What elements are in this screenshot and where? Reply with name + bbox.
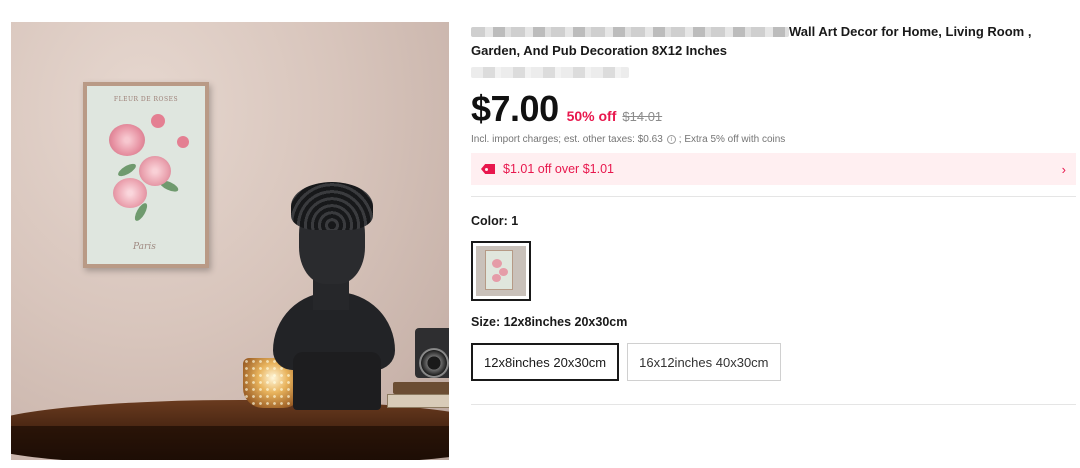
color-label: Color: 1	[471, 214, 519, 228]
rose	[109, 124, 145, 156]
swatch-thumbnail	[476, 246, 526, 296]
rosebud	[177, 136, 189, 148]
swatch-rose	[499, 268, 508, 276]
current-price: $7.00	[471, 88, 559, 129]
bust-hair	[291, 182, 373, 230]
product-details: Wall Art Decor for Home, Living Room , G…	[471, 22, 1076, 405]
product-title-line2: Garden, And Pub Decoration 8X12 Inches	[471, 43, 727, 58]
redacted-title-text	[471, 27, 789, 37]
size-option-12x8[interactable]: 12x8inches 20x30cm	[471, 343, 620, 381]
leaf	[116, 161, 138, 179]
metal-sign: FLEUR DE ROSES Paris	[83, 82, 209, 268]
camera-lens	[419, 348, 449, 378]
coins-text: ; Extra 5% off with coins	[678, 134, 786, 145]
book	[387, 394, 449, 408]
books	[387, 380, 449, 414]
divider	[471, 404, 1076, 405]
size-options: 12x8inches 20x30cm 16x12inches 40x30cm	[471, 343, 1076, 381]
product-title-suffix: Wall Art Decor for Home, Living Room ,	[789, 24, 1032, 39]
size-option-16x12[interactable]: 16x12inches 40x30cm	[627, 343, 781, 381]
tax-info: Incl. import charges; est. other taxes: …	[471, 134, 1076, 145]
table-edge	[11, 426, 449, 460]
swatch-rose	[492, 259, 502, 268]
bust-base	[293, 352, 381, 410]
sign-title: FLEUR DE ROSES	[113, 96, 179, 103]
info-icon[interactable]: i	[666, 135, 676, 144]
book	[393, 382, 449, 394]
size-label: Size: 12x8inches 20x30cm	[471, 315, 628, 329]
redacted-store-text	[471, 67, 629, 78]
chevron-right-icon: ›	[1061, 161, 1066, 177]
rose	[139, 156, 171, 186]
product-photo-scene: FLEUR DE ROSES Paris	[11, 22, 449, 460]
coupon-text: $1.01 off over $1.01	[503, 162, 614, 176]
sign-script-text: Paris	[133, 242, 156, 252]
price-row: $7.00 50% off $14.01	[471, 88, 1076, 129]
tax-text: Incl. import charges; est. other taxes: …	[471, 134, 663, 145]
original-price: $14.01	[622, 109, 663, 124]
wall-background	[11, 22, 449, 460]
swatch-rose	[492, 274, 501, 282]
product-title: Wall Art Decor for Home, Living Room , G…	[471, 22, 1076, 60]
coupon-banner[interactable]: $1.01 off over $1.01 ›	[471, 153, 1076, 185]
rose	[113, 178, 147, 208]
divider	[471, 196, 1076, 197]
color-swatch-selected[interactable]	[471, 241, 531, 301]
discount-badge: 50% off	[566, 108, 617, 124]
product-image[interactable]: FLEUR DE ROSES Paris	[11, 22, 449, 460]
tag-icon	[481, 164, 495, 174]
rosebud	[151, 114, 165, 128]
swatch-sign	[485, 250, 513, 290]
